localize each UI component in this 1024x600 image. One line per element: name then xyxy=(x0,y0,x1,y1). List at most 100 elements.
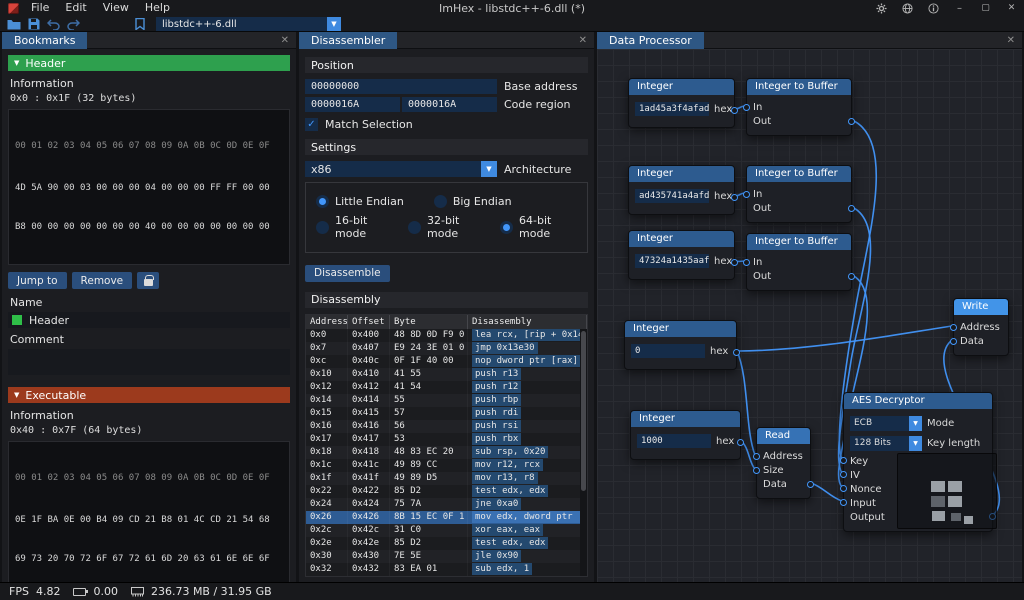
tab-bookmarks[interactable]: Bookmarks xyxy=(2,32,87,49)
tab-disassembler[interactable]: Disassembler xyxy=(299,32,397,49)
disassembly-row[interactable]: 0x17 0x417 53 push rbx xyxy=(306,433,587,446)
code-region-start-input[interactable]: 0000016A xyxy=(305,97,400,112)
output-pin[interactable] xyxy=(731,107,738,114)
node-integer-3[interactable]: Integer 47324a1435aafe hex xyxy=(628,230,735,280)
disassembly-row[interactable]: 0x18 0x418 48 83 EC 20 sub rsp, 0x20 xyxy=(306,446,587,459)
code-region-end-input[interactable]: 0000016A xyxy=(402,97,497,112)
output-pin[interactable] xyxy=(807,481,814,488)
output-pin[interactable] xyxy=(731,194,738,201)
settings-gear-icon[interactable] xyxy=(875,2,888,15)
integer-value-input[interactable]: ad435741a4afde xyxy=(635,189,709,203)
disassembly-row[interactable]: 0x2e 0x42e 85 D2 test edx, edx xyxy=(306,537,587,550)
integer-value-input[interactable]: 1000 xyxy=(637,434,711,448)
integer-value-input[interactable]: 47324a1435aafe xyxy=(635,254,709,268)
scrollbar[interactable] xyxy=(580,329,587,576)
aes-keylength-select[interactable]: 128 Bits xyxy=(850,436,922,451)
disassembly-row[interactable]: 0x14 0x414 55 push rbp xyxy=(306,394,587,407)
disassembly-row[interactable]: 0x2c 0x42c 31 C0 xor eax, eax xyxy=(306,524,587,537)
output-pin[interactable] xyxy=(733,349,740,356)
comment-input[interactable] xyxy=(8,349,290,375)
input-pin[interactable] xyxy=(753,453,760,460)
node-integer-to-buffer-1[interactable]: Integer to Buffer In Out xyxy=(746,78,852,136)
lock-button[interactable] xyxy=(137,272,159,289)
input-pin[interactable] xyxy=(950,338,957,345)
jump-to-button[interactable]: Jump to xyxy=(8,272,67,289)
settings-section-header[interactable]: Settings xyxy=(305,139,588,155)
node-integer-2[interactable]: Integer ad435741a4afde hex xyxy=(628,165,735,215)
maximize-button[interactable] xyxy=(979,2,992,15)
disassembly-row[interactable]: 0x1f 0x41f 49 89 D5 mov r13, r8 xyxy=(306,472,587,485)
info-icon[interactable] xyxy=(927,2,940,15)
radio-big-endian[interactable]: Big Endian xyxy=(434,195,512,208)
input-pin[interactable] xyxy=(753,467,760,474)
disassembly-row[interactable]: 0x32 0x432 83 EA 01 sub edx, 1 xyxy=(306,563,587,576)
link[interactable] xyxy=(811,483,842,501)
disassembly-row[interactable]: 0x7 0x407 E9 24 3E 01 0 jmp 0x13e30 xyxy=(306,342,587,355)
close-icon[interactable] xyxy=(1000,35,1022,46)
architecture-select[interactable]: x86 xyxy=(305,161,497,177)
menu-view[interactable]: View xyxy=(95,0,137,16)
minimize-button[interactable] xyxy=(953,2,966,15)
disassembly-row[interactable]: 0x24 0x424 75 7A jne 0xa0 xyxy=(306,498,587,511)
input-pin[interactable] xyxy=(743,191,750,198)
close-icon[interactable] xyxy=(572,35,594,46)
disassembly-row[interactable]: 0x26 0x426 8B 15 EC 0F 1 mov edx, dword … xyxy=(306,511,587,524)
input-pin[interactable] xyxy=(840,485,847,492)
disassembly-section-header[interactable]: Disassembly xyxy=(305,292,588,308)
output-pin[interactable] xyxy=(848,118,855,125)
input-pin[interactable] xyxy=(743,104,750,111)
base-address-input[interactable]: 00000000 xyxy=(305,79,497,94)
bookmark-name-input[interactable]: Header xyxy=(8,312,290,328)
open-file-icon[interactable] xyxy=(6,18,21,31)
position-section-header[interactable]: Position xyxy=(305,57,588,73)
disassembly-row[interactable]: 0x10 0x410 41 55 push r13 xyxy=(306,368,587,381)
disassembly-row[interactable]: 0x12 0x412 41 54 push r12 xyxy=(306,381,587,394)
scrollbar-thumb[interactable] xyxy=(581,331,586,491)
input-pin[interactable] xyxy=(743,259,750,266)
input-pin[interactable] xyxy=(840,457,847,464)
disassembly-row[interactable]: 0xc 0x40c 0F 1F 40 00 nop dword ptr [rax… xyxy=(306,355,587,368)
node-integer-5[interactable]: Integer 1000 hex xyxy=(630,410,741,460)
disassemble-button[interactable]: Disassemble xyxy=(305,265,390,282)
link[interactable] xyxy=(737,326,952,351)
remove-button[interactable]: Remove xyxy=(72,272,133,289)
input-pin[interactable] xyxy=(840,499,847,506)
radio-32bit-mode[interactable]: 32-bit mode xyxy=(408,214,485,240)
bookmark-flag-icon[interactable] xyxy=(132,18,147,31)
node-integer-4[interactable]: Integer 0 hex xyxy=(624,320,737,370)
node-read[interactable]: Read Address Size Data xyxy=(756,427,811,499)
radio-64bit-mode[interactable]: 64-bit mode xyxy=(500,214,577,240)
match-selection-checkbox[interactable] xyxy=(305,118,318,131)
radio-16bit-mode[interactable]: 16-bit mode xyxy=(316,214,393,240)
disassembly-row[interactable]: 0x22 0x422 85 D2 test edx, edx xyxy=(306,485,587,498)
node-write[interactable]: Write Address Data xyxy=(953,298,1009,356)
input-pin[interactable] xyxy=(950,324,957,331)
disassembly-row[interactable]: 0x15 0x415 57 push rdi xyxy=(306,407,587,420)
output-pin[interactable] xyxy=(848,205,855,212)
output-pin[interactable] xyxy=(737,439,744,446)
input-pin[interactable] xyxy=(840,471,847,478)
bookmark-collapse-header[interactable]: Header xyxy=(8,55,290,71)
menu-edit[interactable]: Edit xyxy=(57,0,94,16)
color-swatch[interactable] xyxy=(12,315,22,325)
integer-value-input[interactable]: 1ad45a3f4afad4 xyxy=(635,102,709,116)
disassembly-row[interactable]: 0x16 0x416 56 push rsi xyxy=(306,420,587,433)
save-icon[interactable] xyxy=(26,18,41,31)
integer-value-input[interactable]: 0 xyxy=(631,344,705,358)
node-integer-to-buffer-3[interactable]: Integer to Buffer In Out xyxy=(746,233,852,291)
node-integer-to-buffer-2[interactable]: Integer to Buffer In Out xyxy=(746,165,852,223)
redo-icon[interactable] xyxy=(66,18,81,31)
output-pin[interactable] xyxy=(848,273,855,280)
file-selector[interactable]: libstdc++-6.dll xyxy=(156,17,341,31)
radio-little-endian[interactable]: Little Endian xyxy=(316,195,404,208)
disassembly-row[interactable]: 0x30 0x430 7E 5E jle 0x90 xyxy=(306,550,587,563)
close-button[interactable] xyxy=(1005,2,1018,15)
tab-data-processor[interactable]: Data Processor xyxy=(597,32,704,49)
graph-minimap[interactable] xyxy=(897,453,997,529)
bookmark-collapse-header[interactable]: Executable xyxy=(8,387,290,403)
disassembly-row[interactable]: 0x0 0x400 48 8D 0D F9 0 lea rcx, [rip + … xyxy=(306,329,587,342)
node-integer-1[interactable]: Integer 1ad45a3f4afad4 hex xyxy=(628,78,735,128)
node-graph-canvas[interactable]: Integer 1ad45a3f4afad4 hex Integer to Bu… xyxy=(597,49,1022,582)
menu-help[interactable]: Help xyxy=(137,0,178,16)
output-pin[interactable] xyxy=(731,259,738,266)
